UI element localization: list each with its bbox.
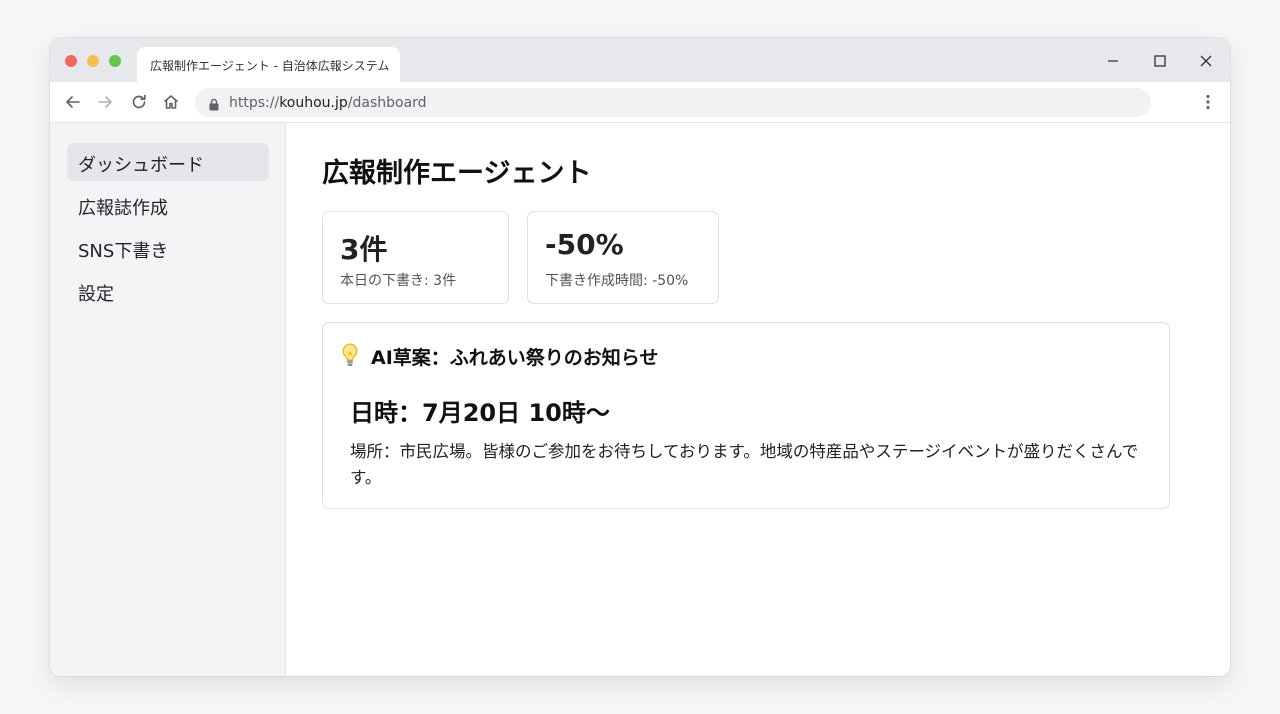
- url-text: https://kouhou.jp/dashboard: [229, 95, 427, 111]
- sidebar-item-dashboard[interactable]: ダッシュボード: [67, 143, 269, 181]
- stat-value: -50%: [545, 228, 624, 261]
- ai-draft-card: AI草案：ふれあい祭りのお知らせ 日時：7月20日 10時〜 場所：市民広場。皆…: [322, 322, 1170, 509]
- stat-card-draft-time: -50% 下書き作成時間: -50%: [527, 211, 719, 304]
- draft-body: 場所：市民広場。皆様のご参加をお待ちしております。地域の特産品やステージイベント…: [350, 442, 1139, 487]
- sidebar: ダッシュボード 広報誌作成 SNS下書き 設定: [50, 123, 286, 676]
- sidebar-item-sns-draft[interactable]: SNS下書き: [67, 229, 269, 267]
- stat-value: 3件: [340, 233, 388, 266]
- zoom-window-dot[interactable]: [109, 55, 121, 67]
- close-window-dot[interactable]: [65, 55, 77, 67]
- sidebar-item-newsletter[interactable]: 広報誌作成: [67, 186, 269, 224]
- page-title: 広報制作エージェント: [322, 158, 592, 189]
- sidebar-item-label: 設定: [78, 284, 114, 305]
- forward-arrow-icon[interactable]: [95, 92, 115, 112]
- draft-title: AI草案：ふれあい祭りのお知らせ: [371, 347, 659, 369]
- stat-card-drafts-today: 3件 本日の下書き: 3件: [322, 211, 509, 304]
- url-host: kouhou.jp: [279, 95, 348, 111]
- stat-label: 下書き作成時間: -50%: [545, 273, 689, 289]
- home-icon[interactable]: [161, 92, 181, 112]
- main-content: 広報制作エージェント 3件 本日の下書き: 3件 -50% 下書き作成時間: -…: [286, 123, 1230, 676]
- stat-label: 本日の下書き: 3件: [340, 273, 457, 289]
- lock-icon: [208, 96, 220, 111]
- maximize-icon[interactable]: [1149, 50, 1171, 72]
- sidebar-item-label: ダッシュボード: [78, 155, 204, 176]
- sidebar-item-settings[interactable]: 設定: [67, 272, 269, 310]
- browser-window: 広報制作エージェント - 自治体広報システム https://kouhou.jp…: [50, 38, 1230, 676]
- url-path: /dashboard: [347, 95, 427, 111]
- close-icon[interactable]: [1195, 50, 1217, 72]
- title-bar: 広報制作エージェント - 自治体広報システム: [50, 38, 1230, 82]
- reload-icon[interactable]: [129, 92, 149, 112]
- browser-tab[interactable]: 広報制作エージェント - 自治体広報システム: [137, 47, 400, 82]
- lightbulb-icon: [340, 342, 360, 368]
- sidebar-item-label: SNS下書き: [78, 241, 169, 262]
- draft-date: 日時：7月20日 10時〜: [350, 399, 610, 427]
- sidebar-item-label: 広報誌作成: [78, 198, 168, 219]
- minimize-icon[interactable]: [1102, 50, 1124, 72]
- back-arrow-icon[interactable]: [63, 92, 83, 112]
- minimize-window-dot[interactable]: [87, 55, 99, 67]
- browser-toolbar: https://kouhou.jp/dashboard: [50, 82, 1230, 123]
- tab-title: 広報制作エージェント - 自治体広報システム: [150, 59, 390, 73]
- address-bar[interactable]: https://kouhou.jp/dashboard: [195, 88, 1151, 117]
- more-menu-icon[interactable]: [1198, 92, 1218, 112]
- url-scheme: https://: [229, 95, 280, 111]
